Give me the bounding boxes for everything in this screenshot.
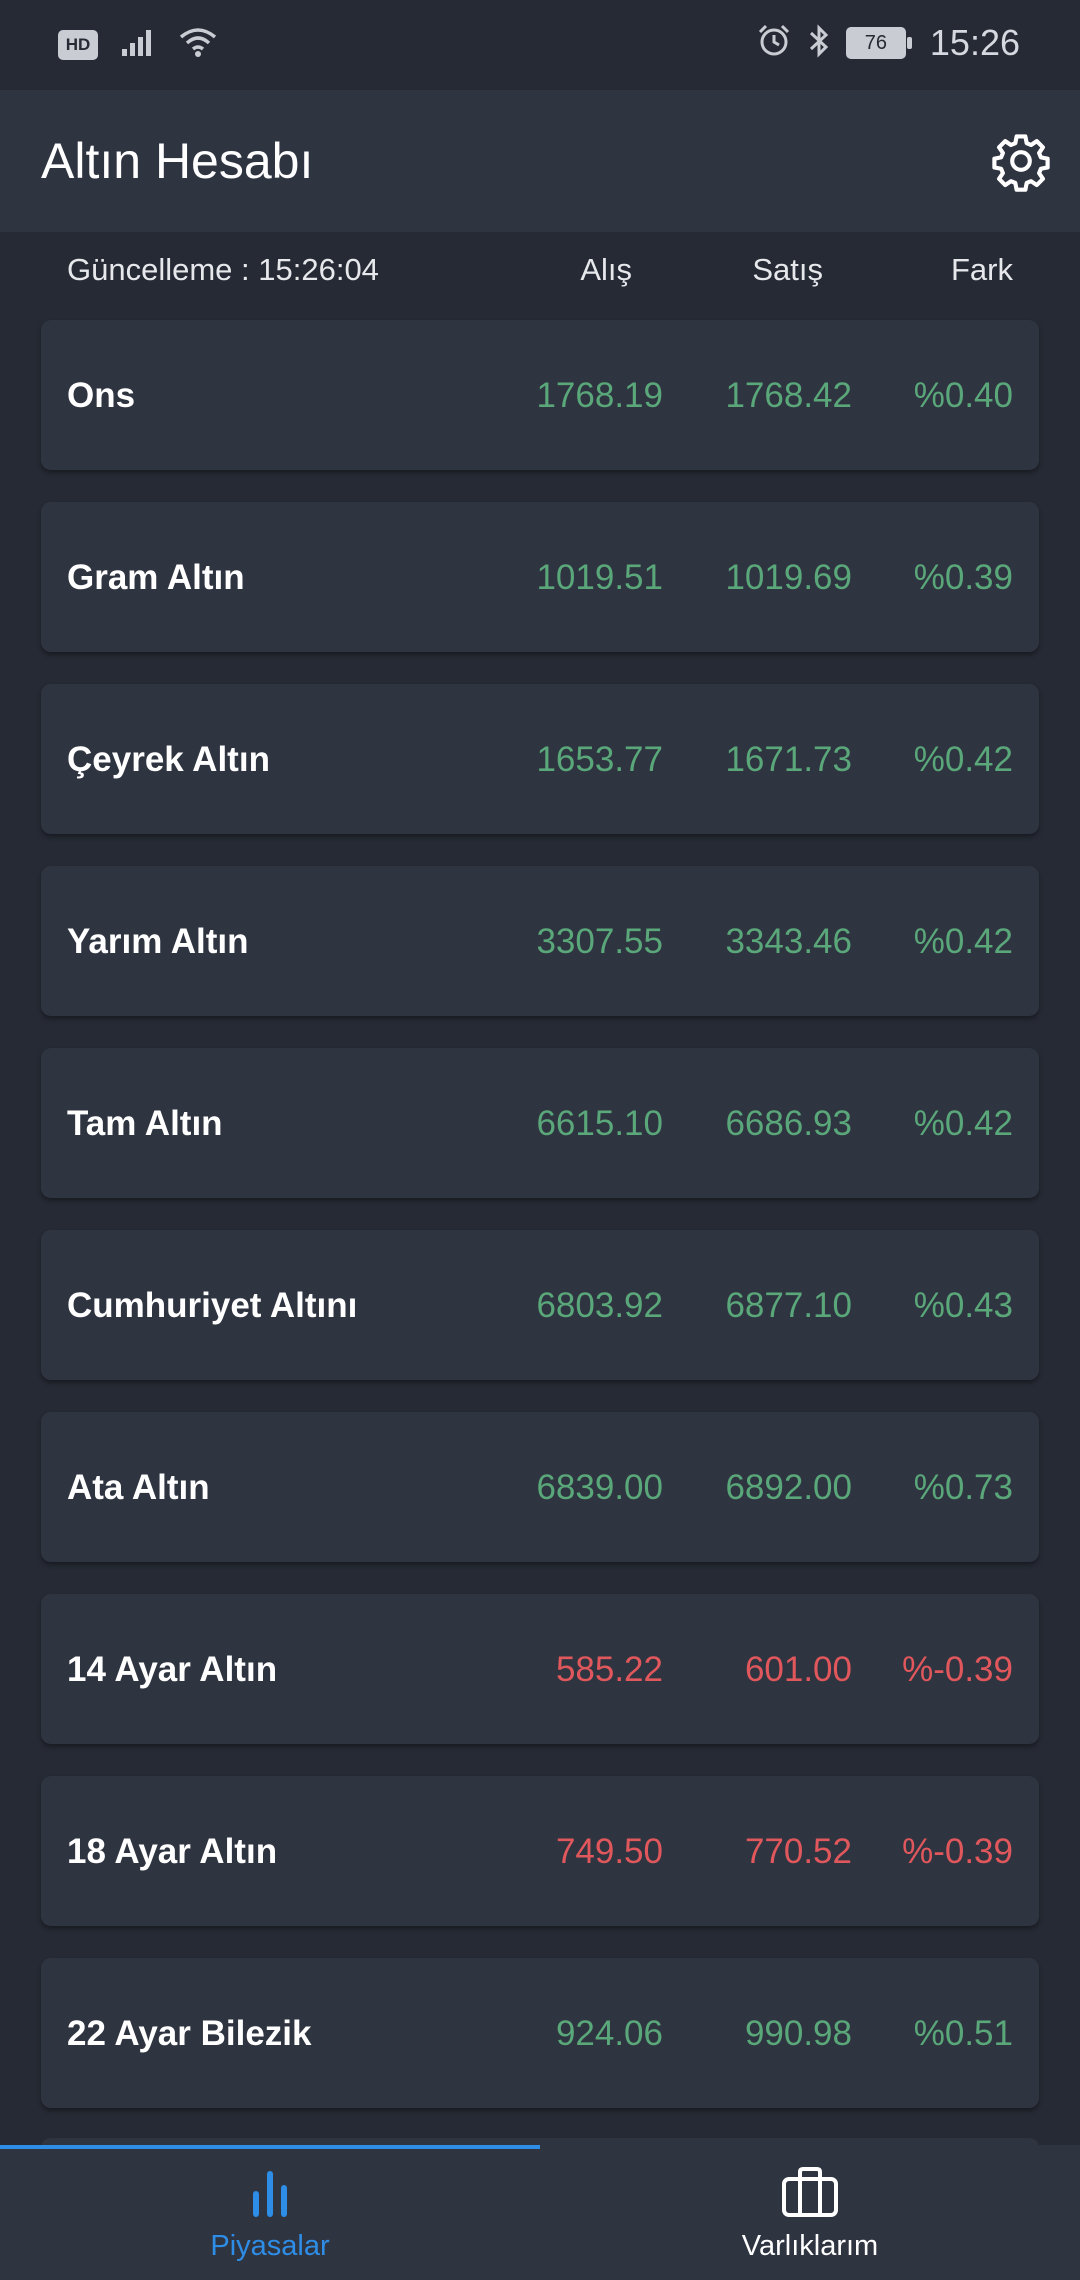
item-name: Ata Altın [67, 1468, 210, 1507]
buy-price: 749.50 [555, 1832, 663, 1871]
tab-assets-label: Varlıklarım [741, 2230, 879, 2262]
gear-icon [990, 130, 1052, 197]
alarm-icon [756, 23, 792, 64]
status-bar: HD 76 15:26 [0, 0, 1080, 90]
table-header: Güncelleme : 15:26:04 Alış Satış Fark [0, 232, 1080, 312]
list-item[interactable]: Cumhuriyet Altını 6803.92 6877.10 %0.43 [41, 1230, 1039, 1380]
page-title: Altın Hesabı [41, 133, 314, 189]
buy-price: 585.22 [555, 1650, 663, 1689]
bar-chart-icon [245, 2167, 295, 2224]
sell-price: 990.98 [744, 2014, 852, 2053]
bottom-navigation: Piyasalar Varlıklarım [0, 2145, 1080, 2280]
buy-price: 1019.51 [536, 558, 663, 597]
change-percent: %0.42 [913, 922, 1013, 961]
change-percent: %0.73 [913, 1468, 1013, 1507]
sell-price: 1768.42 [725, 376, 852, 415]
list-item[interactable]: 18 Ayar Altın 749.50 770.52 %-0.39 [41, 1776, 1039, 1926]
wifi-icon [178, 26, 218, 63]
buy-price: 924.06 [555, 2014, 663, 2053]
sell-price: 3343.46 [725, 922, 852, 961]
diff-column-header: Fark [951, 252, 1013, 287]
bluetooth-icon [806, 23, 832, 64]
tab-markets[interactable]: Piyasalar [0, 2145, 540, 2280]
sell-price: 1019.69 [725, 558, 852, 597]
tab-markets-label: Piyasalar [210, 2230, 330, 2262]
status-bar-left: HD [58, 26, 218, 63]
status-time: 15:26 [929, 22, 1020, 63]
signal-icon [120, 27, 156, 62]
item-name: Tam Altın [67, 1104, 223, 1143]
sell-price: 6892.00 [725, 1468, 852, 1507]
change-percent: %0.42 [913, 740, 1013, 779]
buy-price: 1768.19 [536, 376, 663, 415]
buy-price: 6803.92 [536, 1286, 663, 1325]
item-name: Yarım Altın [67, 922, 249, 961]
change-percent: %0.39 [913, 558, 1013, 597]
buy-column-header: Alış [580, 252, 632, 287]
buy-price: 6615.10 [536, 1104, 663, 1143]
sell-column-header: Satış [752, 252, 823, 287]
list-item[interactable]: 22 Ayar Bilezik 924.06 990.98 %0.51 [41, 1958, 1039, 2108]
buy-price: 6839.00 [536, 1468, 663, 1507]
list-item[interactable]: Yarım Altın 3307.55 3343.46 %0.42 [41, 866, 1039, 1016]
list-item[interactable]: Ons 1768.19 1768.42 %0.40 [41, 320, 1039, 470]
change-percent: %0.40 [913, 376, 1013, 415]
sell-price: 6686.93 [725, 1104, 852, 1143]
item-name: Cumhuriyet Altını [67, 1286, 358, 1325]
settings-button[interactable] [988, 130, 1054, 196]
list-item[interactable]: Çeyrek Altın 1653.77 1671.73 %0.42 [41, 684, 1039, 834]
change-percent: %0.42 [913, 1104, 1013, 1143]
list-item[interactable]: Tam Altın 6615.10 6686.93 %0.42 [41, 1048, 1039, 1198]
list-item[interactable]: Ata Altın 6839.00 6892.00 %0.73 [41, 1412, 1039, 1562]
app-bar: Altın Hesabı [0, 90, 1080, 232]
buy-price: 1653.77 [536, 740, 663, 779]
sell-price: 1671.73 [725, 740, 852, 779]
list-item[interactable]: Gram Altın 1019.51 1019.69 %0.39 [41, 502, 1039, 652]
change-percent: %0.43 [913, 1286, 1013, 1325]
sell-price: 601.00 [744, 1650, 852, 1689]
status-bar-right: 76 15:26 [756, 22, 1020, 64]
item-name: Çeyrek Altın [67, 740, 270, 779]
sell-price: 770.52 [744, 1832, 852, 1871]
item-name: 18 Ayar Altın [67, 1832, 278, 1871]
list-item[interactable]: 14 Ayar Altın 585.22 601.00 %-0.39 [41, 1594, 1039, 1744]
tab-assets[interactable]: Varlıklarım [540, 2145, 1080, 2280]
item-name: 14 Ayar Altın [67, 1650, 278, 1689]
hd-icon: HD [58, 29, 98, 60]
change-percent: %-0.39 [902, 1650, 1013, 1689]
change-percent: %0.51 [913, 2014, 1013, 2053]
item-name: Gram Altın [67, 558, 245, 597]
battery-icon: 76 [845, 27, 912, 59]
update-time-label: Güncelleme : 15:26:04 [67, 252, 379, 287]
price-list: Ons 1768.19 1768.42 %0.40 Gram Altın 1019.51 1… [41, 320, 1039, 2140]
briefcase-icon [780, 2167, 840, 2224]
change-percent: %-0.39 [902, 1832, 1013, 1871]
item-name: 22 Ayar Bilezik [67, 2014, 312, 2053]
sell-price: 6877.10 [725, 1286, 852, 1325]
item-name: Ons [67, 376, 136, 415]
buy-price: 3307.55 [536, 922, 663, 961]
